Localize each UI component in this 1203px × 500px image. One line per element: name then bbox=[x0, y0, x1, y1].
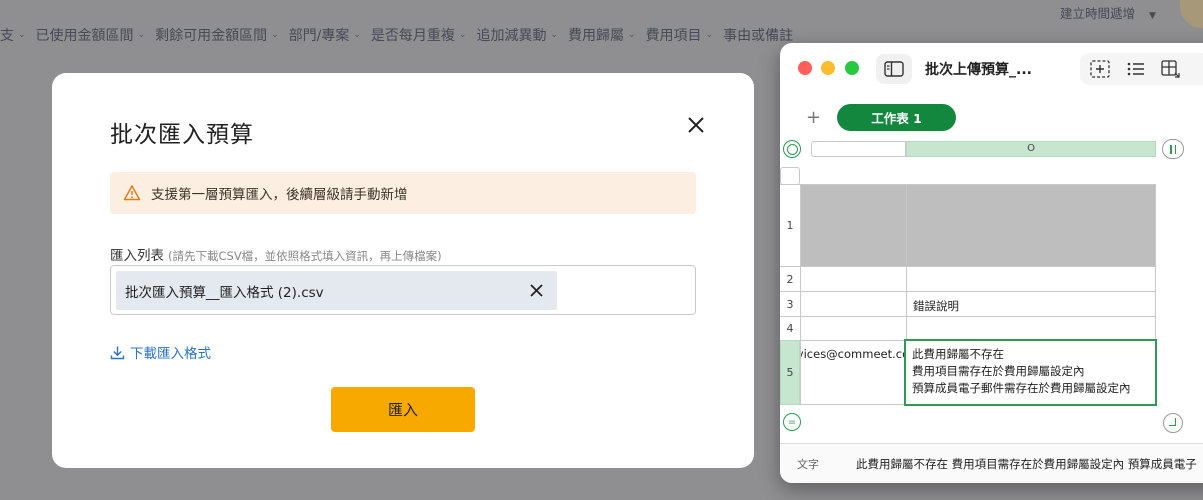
filter-dropdown[interactable]: 費用歸屬 ⌄ bbox=[568, 25, 636, 45]
modal-title: 批次匯入預算 bbox=[110, 122, 254, 148]
filter-label: 費用項目 bbox=[645, 28, 702, 44]
formula-type-label: 文字 bbox=[797, 458, 819, 471]
chevron-down-icon: ⌄ bbox=[137, 30, 146, 40]
row-header[interactable]: 4 bbox=[780, 316, 800, 340]
chevron-down-icon: ⌄ bbox=[458, 30, 467, 40]
chevron-down-icon: ⌄ bbox=[353, 30, 361, 40]
sidebar-toggle-button[interactable] bbox=[876, 54, 912, 84]
insert-icon bbox=[1090, 60, 1110, 78]
cell-email: services@commeet.co bbox=[801, 347, 906, 361]
filter-dropdown[interactable]: 支 ⌄ bbox=[0, 25, 26, 45]
toolbar-group bbox=[1080, 53, 1203, 85]
chevron-down-icon: ⌄ bbox=[18, 30, 26, 40]
chevron-down-icon: ⌄ bbox=[705, 30, 714, 40]
corner-cell[interactable] bbox=[780, 167, 800, 185]
filter-dropdown[interactable]: 追加減異動 ⌄ bbox=[476, 25, 558, 45]
download-icon bbox=[110, 346, 125, 359]
import-label-text: 匯入列表 bbox=[110, 248, 164, 264]
table-cell[interactable] bbox=[906, 184, 1156, 266]
close-button[interactable] bbox=[684, 113, 708, 137]
column-header-a[interactable] bbox=[811, 141, 906, 157]
filter-bar: 支 ⌄ 已使用金額區間 ⌄ 剩餘可用金額區間 ⌄ 部門/專案 ⌄ 是否每月重複 ⌄ 追加減… bbox=[0, 25, 803, 45]
filter-label: 事由或備註 bbox=[723, 28, 794, 44]
table-cell[interactable] bbox=[906, 316, 1156, 340]
warning-notice: 支援第一層預算匯入，後續層級請手動新增 bbox=[110, 172, 696, 214]
document-title: 批次上傳預算_... bbox=[925, 62, 1032, 78]
table-cell[interactable] bbox=[800, 266, 906, 291]
sort-dropdown[interactable]: 建立時間遞增 ▼ bbox=[1060, 3, 1156, 22]
table-handle[interactable] bbox=[783, 140, 801, 158]
filter-label: 已使用金額區間 bbox=[35, 28, 134, 44]
remove-file-button[interactable] bbox=[529, 283, 544, 298]
row-header[interactable]: 3 bbox=[780, 291, 800, 316]
filter-label: 支 bbox=[0, 28, 14, 44]
table-cell[interactable] bbox=[800, 184, 906, 266]
sidebar-icon bbox=[884, 61, 904, 77]
tab-sheet-1[interactable]: 工作表 1 bbox=[837, 104, 956, 131]
numbers-window: 批次上傳預算_... + 工作表 1 O 1 2 3 錯誤說明 4 5 serv… bbox=[780, 43, 1203, 483]
cell-line: 此費用歸屬不存在 bbox=[912, 347, 1004, 361]
filter-dropdown[interactable]: 部門/專案 ⌄ bbox=[289, 25, 361, 45]
add-row-handle[interactable]: = bbox=[783, 413, 801, 431]
close-icon bbox=[530, 284, 543, 297]
batch-import-modal: 批次匯入預算 支援第一層預算匯入，後續層級請手動新增 匯入列表 (請先下載CSV檔… bbox=[52, 73, 754, 468]
table-cell[interactable]: 錯誤說明 bbox=[906, 291, 1156, 316]
filter-dropdown[interactable]: 費用項目 ⌄ bbox=[646, 25, 714, 45]
formula-content[interactable]: 此費用歸屬不存在 費用項目需存在於費用歸屬設定內 預算成員電子 bbox=[856, 456, 1197, 472]
insert-button[interactable] bbox=[1089, 59, 1111, 79]
list-icon bbox=[1127, 62, 1144, 76]
formula-bar: 文字 此費用歸屬不存在 費用項目需存在於費用歸屬設定內 預算成員電子 bbox=[780, 443, 1203, 483]
filter-label: 剩餘可用金額區間 bbox=[155, 28, 268, 44]
avatar[interactable] bbox=[1180, 0, 1203, 28]
table-cell[interactable] bbox=[906, 266, 1156, 291]
file-upload-field[interactable]: 批次匯入預算__匯入格式 (2).csv bbox=[110, 265, 696, 315]
table-cell[interactable] bbox=[800, 316, 906, 340]
table-resize-handle[interactable] bbox=[1163, 413, 1183, 433]
chevron-down-icon: ⌄ bbox=[271, 30, 279, 40]
table-cell-selected[interactable]: 此費用歸屬不存在 費用項目需存在於費用歸屬設定內 預算成員電子郵件需存在於費用歸… bbox=[904, 339, 1157, 406]
import-list-label: 匯入列表 (請先下載CSV檔，並依照格式填入資訊，再上傳檔案) bbox=[110, 244, 442, 264]
filter-label: 費用歸屬 bbox=[568, 28, 624, 44]
filter-label: 部門/專案 bbox=[288, 28, 350, 44]
file-name: 批次匯入預算__匯入格式 (2).csv bbox=[125, 284, 324, 301]
filter-dropdown[interactable]: 事由或備註 bbox=[723, 25, 793, 45]
import-hint: (請先下載CSV檔，並依照格式填入資訊，再上傳檔案) bbox=[168, 249, 442, 263]
notice-text: 支援第一層預算匯入，後續層級請手動新增 bbox=[151, 187, 408, 203]
row-header[interactable]: 2 bbox=[780, 266, 800, 291]
add-sheet-button[interactable]: + bbox=[806, 107, 821, 128]
file-chip: 批次匯入預算__匯入格式 (2).csv bbox=[116, 271, 557, 310]
window-zoom-button[interactable] bbox=[845, 61, 859, 75]
table-cell[interactable]: services@commeet.co bbox=[800, 340, 906, 405]
cell-line: 費用項目需存在於費用歸屬設定內 bbox=[912, 364, 1085, 378]
column-header-b[interactable]: O bbox=[906, 141, 1156, 157]
filter-dropdown[interactable]: 剩餘可用金額區間 ⌄ bbox=[155, 25, 279, 45]
import-button[interactable]: 匯入 bbox=[331, 387, 475, 432]
chevron-down-icon: ⌄ bbox=[550, 30, 558, 40]
row-header[interactable]: 1 bbox=[780, 184, 800, 266]
window-close-button[interactable] bbox=[798, 61, 812, 75]
add-column-handle[interactable] bbox=[1162, 139, 1184, 159]
table-button[interactable] bbox=[1160, 59, 1182, 79]
filter-dropdown[interactable]: 已使用金額區間 ⌄ bbox=[36, 25, 146, 45]
list-button[interactable] bbox=[1125, 59, 1147, 79]
filter-label: 追加減異動 bbox=[476, 28, 547, 44]
caret-down-icon: ▼ bbox=[1149, 11, 1156, 21]
download-label: 下載匯入格式 bbox=[130, 346, 211, 362]
table-cell[interactable] bbox=[800, 291, 906, 316]
chevron-down-icon: ⌄ bbox=[628, 30, 636, 40]
warning-icon bbox=[123, 185, 141, 201]
download-template-link[interactable]: 下載匯入格式 bbox=[110, 342, 211, 362]
table-icon bbox=[1161, 60, 1180, 78]
row-header[interactable]: 5 bbox=[780, 340, 800, 405]
filter-label: 是否每月重複 bbox=[370, 28, 455, 44]
window-minimize-button[interactable] bbox=[821, 61, 835, 75]
close-icon bbox=[688, 117, 704, 133]
cell-line: 預算成員電子郵件需存在於費用歸屬設定內 bbox=[912, 381, 1131, 395]
filter-dropdown[interactable]: 是否每月重複 ⌄ bbox=[371, 25, 467, 45]
sort-label: 建立時間遞增 bbox=[1060, 6, 1136, 21]
